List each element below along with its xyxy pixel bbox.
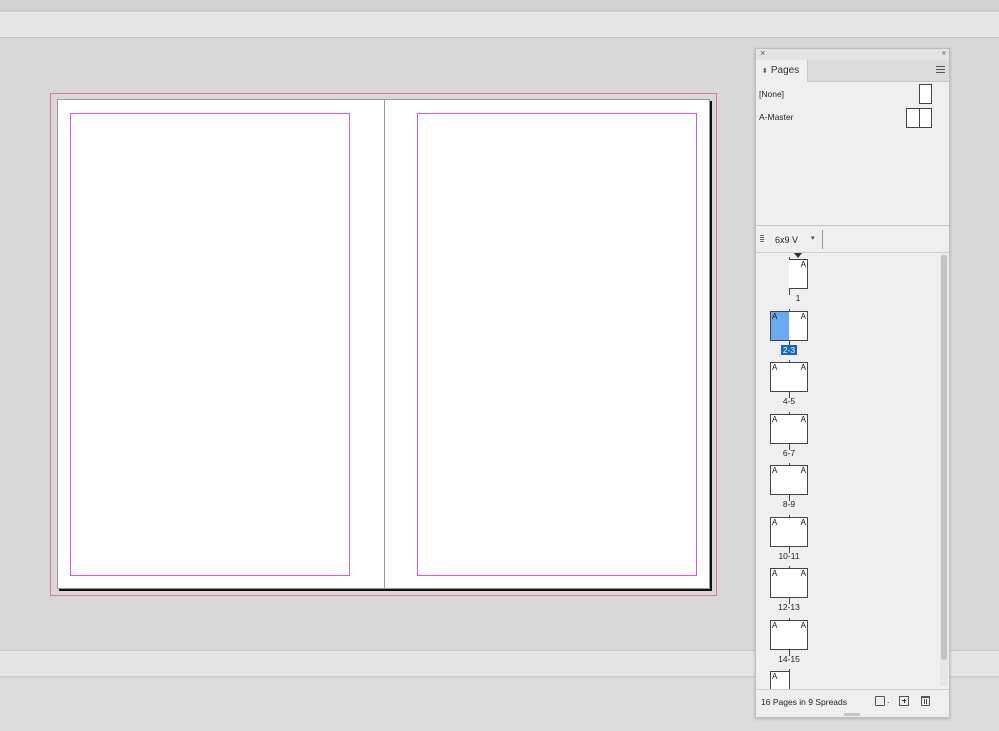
master-letter: A [772,622,777,630]
master-letter: A [801,261,806,269]
right-page-thumbnail[interactable]: A [789,517,808,547]
spread-label: 10-11 [769,551,809,561]
left-page-thumbnail[interactable]: A [770,568,789,598]
master-letter: A [772,313,777,321]
tab-pages[interactable]: ⬍Pages [756,60,808,82]
spread-label: 8-9 [769,499,809,509]
panel-footer: 16 Pages in 9 Spreads [756,689,949,711]
trash-icon[interactable] [921,696,930,706]
pages-panel: × ‹‹ ⬍Pages [None] A-Master 6x9 V ▾ A 1 A A… [755,48,950,718]
scrollbar-thumb[interactable] [941,255,947,660]
right-page-thumbnail[interactable]: A [789,414,808,444]
panel-tab-row: ⬍Pages [756,60,949,82]
panel-title-bar: × ‹‹ [756,49,949,60]
right-page-thumbnail[interactable]: A [789,362,808,392]
page-count-text: 16 Pages in 9 Spreads [761,697,847,707]
app-top-strip [0,0,999,11]
master-none-label[interactable]: [None] [759,89,784,99]
right-page-thumbnail[interactable]: A [789,620,808,650]
control-bar [0,12,999,38]
master-letter: A [772,416,777,424]
spread-label: 2-3 [769,345,809,355]
left-page-thumbnail[interactable]: A [770,414,789,444]
master-letter: A [801,364,806,372]
master-letter: A [801,416,806,424]
master-letter: A [772,467,777,475]
spread-label: 4-5 [769,396,809,406]
master-letter: A [772,570,777,578]
left-page-thumbnail[interactable]: A [770,465,789,495]
pages-section-header: 6x9 V ▾ [756,227,949,253]
master-none-thumbnail[interactable] [919,84,932,104]
master-letter: A [801,519,806,527]
left-page-thumbnail[interactable]: A [770,620,789,650]
edit-page-size-icon[interactable] [875,696,885,706]
drag-grip-icon[interactable] [760,235,764,243]
new-page-icon[interactable] [899,696,909,706]
master-letter: A [772,364,777,372]
master-letter: A [772,519,777,527]
right-page-margin-guide [417,113,697,576]
spread-label: 12-13 [769,602,809,612]
master-letter: A [801,622,806,630]
spread-spine [384,100,385,588]
right-page-thumbnail[interactable]: A [789,259,808,289]
left-page-thumbnail[interactable]: A [770,362,789,392]
page-size-label[interactable]: 6x9 V [775,235,798,245]
panel-menu-icon[interactable] [936,66,945,73]
master-letter: A [801,467,806,475]
right-page-thumbnail[interactable]: A [789,568,808,598]
panel-resize-grip[interactable] [844,713,860,716]
close-icon[interactable]: × [760,48,765,58]
collapse-panel-icon[interactable]: ‹‹ [942,48,945,57]
right-page-thumbnail[interactable]: A [789,465,808,495]
master-letter: A [801,570,806,578]
right-page-thumbnail[interactable]: A [789,311,808,341]
left-page-thumbnail[interactable]: A [770,517,789,547]
tab-pages-label: Pages [771,65,799,76]
spread-label: 1 [778,293,818,303]
left-page-margin-guide [70,113,350,576]
spread-label: 6-7 [769,448,809,458]
spread-label: 14-15 [769,654,809,664]
chevron-down-icon[interactable]: ▾ [811,234,815,242]
master-letter: A [801,313,806,321]
section-start-icon [794,253,802,258]
left-page-thumbnail[interactable]: A [770,311,789,341]
master-a-label[interactable]: A-Master [759,112,793,122]
master-letter: A [772,673,777,681]
master-a-thumbnail[interactable] [906,108,932,128]
updown-icon: ⬍ [762,68,768,75]
document-spread[interactable] [57,99,710,589]
size-separator [822,230,823,249]
masters-section: [None] A-Master [756,82,949,226]
